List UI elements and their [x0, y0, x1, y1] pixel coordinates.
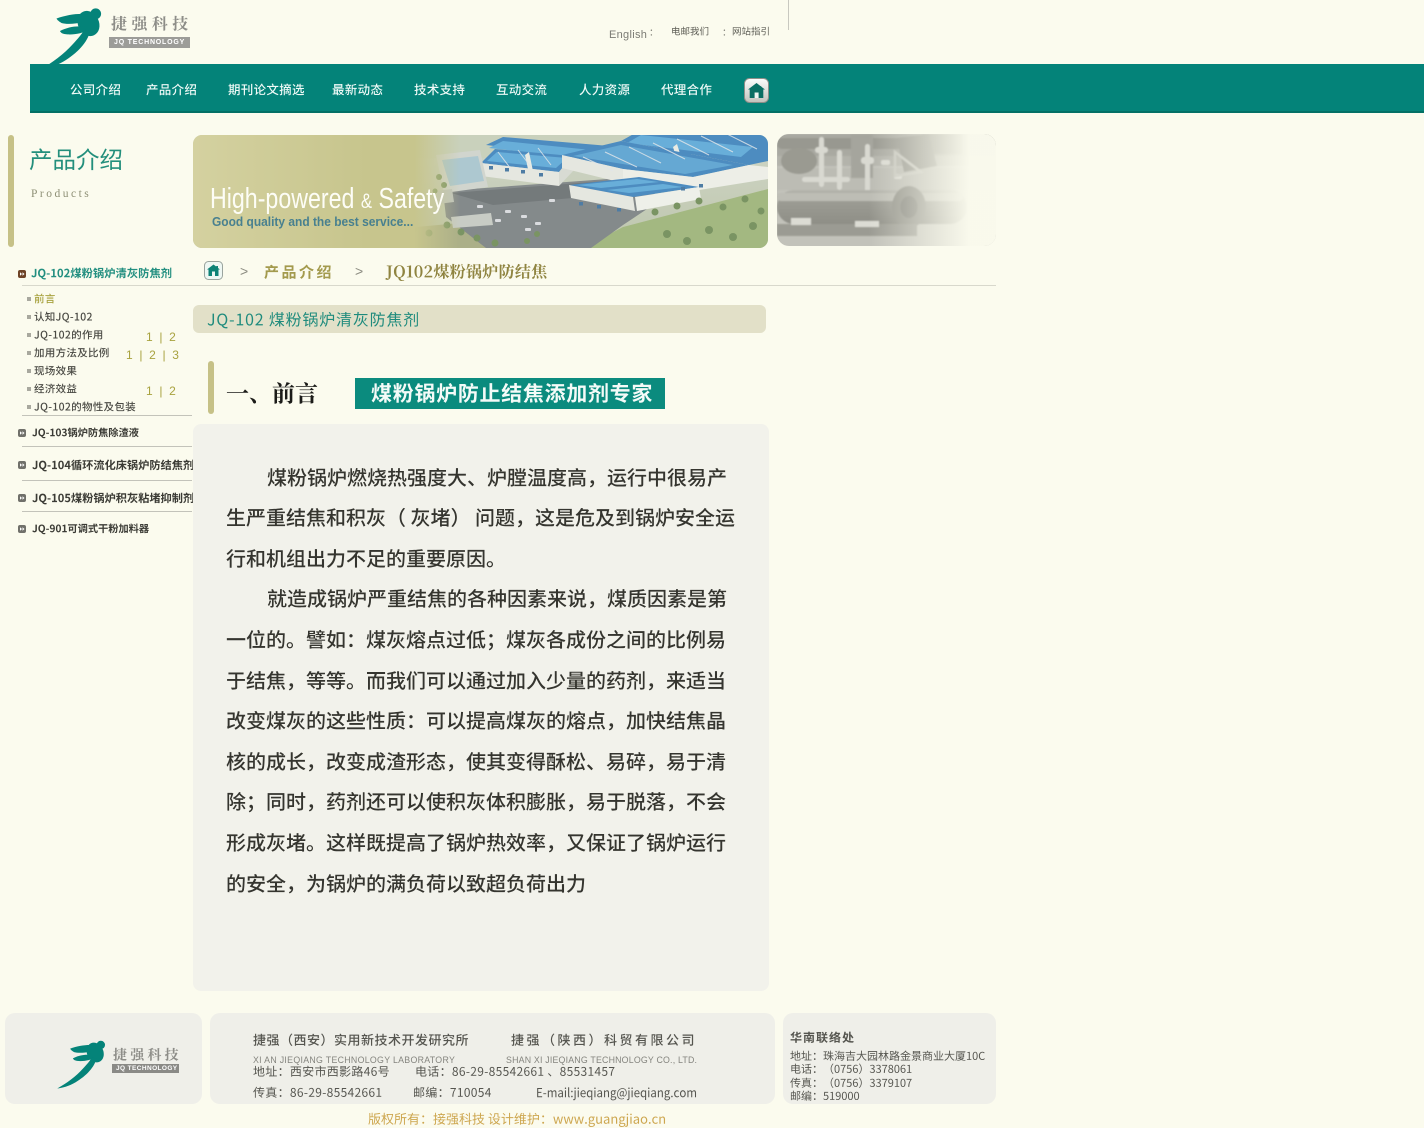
svg-text:Good quality and the best serv: Good quality and the best service... [212, 215, 413, 230]
svg-text:High-powered & Safety: High-powered & Safety [210, 181, 445, 214]
